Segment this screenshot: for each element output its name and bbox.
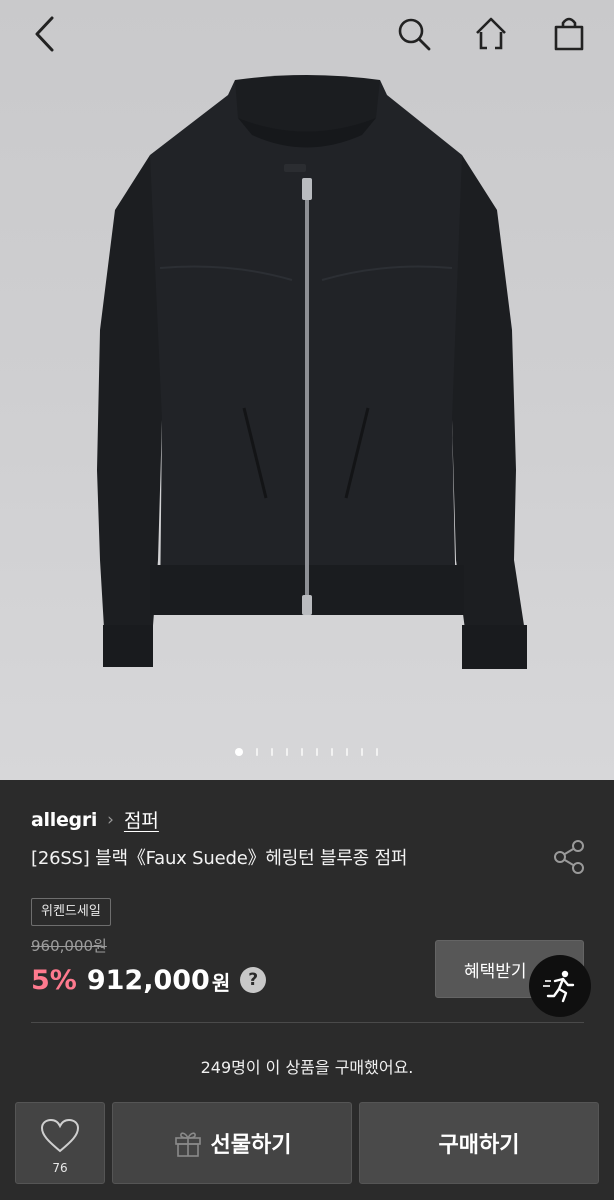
category-link[interactable]: 점퍼 <box>124 806 159 833</box>
divider <box>31 1022 584 1023</box>
purchase-count-text: 249명이 이 상품을 구매했어요. <box>200 1058 414 1077</box>
sale-badge: 위켄드세일 <box>31 898 111 926</box>
original-price: 960,000원 <box>31 937 107 955</box>
carousel-indicator[interactable] <box>0 744 613 760</box>
buy-button[interactable]: 구매하기 <box>359 1102 599 1184</box>
jacket-photo <box>97 75 527 669</box>
carousel-dot[interactable] <box>360 748 363 756</box>
price-help-icon[interactable]: ? <box>240 967 267 993</box>
shopping-bag-icon[interactable] <box>547 12 591 56</box>
back-chevron-icon[interactable] <box>22 12 66 56</box>
gift-icon <box>174 1132 201 1157</box>
currency-unit: 원 <box>211 971 231 995</box>
share-icon[interactable] <box>551 838 587 876</box>
gift-button[interactable]: 선물하기 <box>112 1102 352 1184</box>
buy-button-label: 구매하기 <box>438 1133 520 1158</box>
carousel-dot[interactable] <box>255 748 258 756</box>
gift-button-label: 선물하기 <box>210 1133 292 1158</box>
carousel-dot[interactable] <box>330 748 333 756</box>
running-person-icon <box>543 970 575 1003</box>
brand-link[interactable]: allegri <box>31 809 97 831</box>
carousel-dot[interactable] <box>375 748 378 756</box>
carousel-dot[interactable] <box>315 748 318 756</box>
product-image[interactable] <box>0 0 614 780</box>
discount-rate: 5% <box>31 964 77 996</box>
bottom-action-bar: 76 선물하기 구매하기 <box>0 1100 614 1200</box>
benefit-button-label: 혜택받기 <box>464 961 527 982</box>
heart-icon <box>40 1118 80 1153</box>
carousel-dot[interactable] <box>270 748 273 756</box>
chevron-right-icon: › <box>107 809 114 830</box>
sale-price: 912,000 <box>86 964 210 996</box>
product-info: allegri › 점퍼 [26SS] 블랙《Faux Suede》헤링턴 블루… <box>0 780 614 1100</box>
carousel-dot-active[interactable] <box>234 748 243 756</box>
carousel-dot[interactable] <box>345 748 348 756</box>
price-row: 5% 912,000 원 ? <box>31 964 267 996</box>
search-icon[interactable] <box>392 12 436 56</box>
breadcrumb: allegri › 점퍼 <box>31 806 159 833</box>
like-count: 76 <box>52 1161 68 1175</box>
home-icon[interactable] <box>469 12 513 56</box>
top-nav-bar <box>0 0 614 66</box>
running-person-fab[interactable] <box>529 955 591 1017</box>
carousel-dot[interactable] <box>285 748 288 756</box>
carousel-dot[interactable] <box>300 748 303 756</box>
product-title: [26SS] 블랙《Faux Suede》헤링턴 블루종 점퍼 <box>31 848 408 869</box>
like-button[interactable]: 76 <box>15 1102 105 1184</box>
